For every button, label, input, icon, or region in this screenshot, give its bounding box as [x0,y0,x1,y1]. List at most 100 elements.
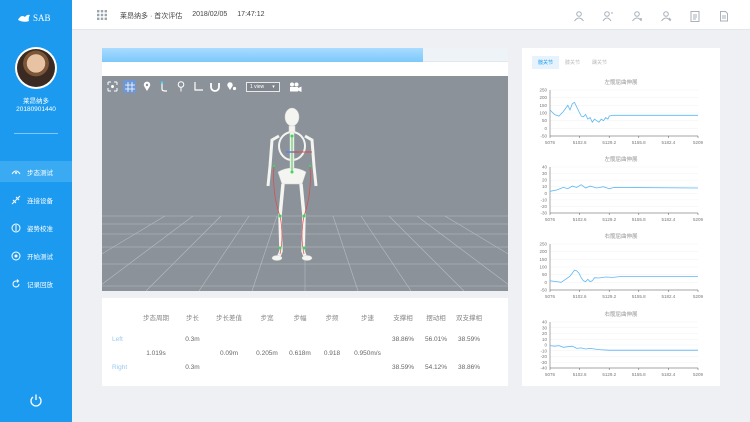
series-line [549,269,698,283]
x-tick-label: 5182.4 [662,294,676,299]
table-row-left: Left 1.019s 0.3m 0.09m 0.205m 0.618m 0.9… [112,332,486,357]
calibrate-icon [11,223,21,233]
double-support-right: 38.86% [457,363,481,371]
x-tick-label: 5155.8 [632,372,646,377]
column-header: 步长 [186,315,199,322]
locate-icon[interactable] [106,80,119,93]
y-tick-label: -30 [540,211,547,216]
chart-1: 左髋屈曲伸展 40 30 20 10 0 -10 -20 -30 5076 5102.6 5129.… [522,155,720,227]
sidebar-item-connect-device[interactable]: 连接设备 [0,189,72,210]
x-tick-label: 5182.4 [662,140,676,145]
header-icons [573,9,730,22]
sidebar-item-label: 开始测试 [27,253,53,261]
cadence-value: 0.918 [323,349,341,357]
y-tick-label: 0 [544,126,547,131]
multi-pin-icon[interactable] [225,80,238,93]
y-tick-label: 100 [539,265,547,270]
x-tick-label: 5209 [693,372,704,377]
gait-icon [11,167,21,177]
view-select[interactable]: 1 view ▾ [246,81,280,92]
sidebar-menu: 步态测试 连接设备 姿势校准 开始测试 记录回放 [0,161,72,301]
apps-grid-icon[interactable] [97,10,107,20]
column-header: 步长差值 [216,315,242,322]
sidebar-item-label: 记录回放 [27,281,53,289]
sidebar-item-gait-test[interactable]: 步态测试 [0,161,72,182]
chart-0: 左髋屈曲伸展 250 200 150 100 50 0 -50 5076 5102.6 5129.… [522,78,720,150]
x-tick-label: 5076 [545,372,556,377]
team-icon[interactable] [660,9,672,22]
step-diff-value: 0.09m [219,349,239,357]
chart-svg: 4030 2010 0-10 -20 -305076 5102.6 5129.2 5155.8… [540,165,703,223]
viewer-toolbar: 1 view ▾ [106,80,302,93]
x-tick-label: 5102.6 [573,140,587,145]
tab-knee[interactable]: 膝关节 [559,56,586,69]
y-tick-label: -10 [540,197,547,202]
y-tick-label: -10 [540,348,547,353]
chart-title: 右髋屈曲伸展 [604,312,638,318]
magnet-icon[interactable] [208,80,221,93]
joint-markers [272,134,312,255]
y-tick-label: 20 [542,331,548,336]
users-icon[interactable] [602,9,614,22]
sidebar-item-record-replay[interactable]: 记录回放 [0,273,72,294]
tab-hip[interactable]: 髋关节 [532,56,560,69]
chart-2: 右髋屈曲伸展 250 200 150 100 50 0 -50 5076 5102.6 5129.… [522,232,720,304]
series-line [549,184,699,192]
y-tick-label: -50 [540,134,547,139]
rotate-icon[interactable] [157,80,170,93]
swing-left: 56.01% [424,335,448,343]
axes-icon[interactable] [191,80,204,93]
marker-icon[interactable] [174,80,187,93]
x-tick-label: 5155.8 [632,217,646,222]
tab-ankle[interactable]: 踝关节 [586,56,613,69]
sidebar-item-posture-calibration[interactable]: 姿势校准 [0,217,72,238]
camera-icon[interactable] [289,82,302,92]
replay-icon [11,278,21,289]
logo-text: SAB [33,13,51,23]
y-tick-label: -50 [540,288,547,293]
skeleton-scene [102,107,508,291]
y-tick-label: 0 [544,191,547,196]
power-icon[interactable] [29,393,43,407]
grid-icon[interactable] [123,80,136,93]
x-tick-label: 5209 [693,140,704,145]
column-header: 步幅 [293,315,307,322]
step-length-right: 0.3m [185,363,200,371]
breadcrumb-session: 莱昂纳多 · 首次评估 [120,13,183,20]
step-width-value: 0.205m [256,349,278,357]
step-length-left: 0.3m [185,335,200,343]
chart-title: 右髋屈曲伸展 [604,234,638,240]
breadcrumb: 莱昂纳多 · 首次评估 2018/02/05 17:47:12 [120,11,265,21]
y-tick-label: 250 [539,88,547,93]
avatar[interactable] [15,47,57,89]
group-icon[interactable] [631,9,643,22]
progress-fill [102,48,423,62]
x-tick-label: 5129.2 [602,294,616,299]
y-tick-label: 150 [539,103,547,108]
progress-bar[interactable] [102,48,508,62]
3d-viewport[interactable]: 1 view ▾ [102,76,508,291]
y-tick-label: 10 [542,337,548,342]
y-tick-label: -20 [540,204,547,209]
series-line [549,345,698,351]
speed-value: 0.950m/s [354,349,381,357]
user-id: 20180901440 [16,106,56,113]
report-icon[interactable] [689,9,701,22]
x-tick-label: 5129.2 [602,372,616,377]
y-tick-label: 10 [542,184,548,189]
sidebar: SAB 莱昂纳多 20180901440 步态测试 连接设备 姿势校准 开始测试… [0,0,72,422]
document-icon[interactable] [718,9,730,22]
column-header: 步态周期 [143,315,169,322]
y-tick-label: 150 [539,257,547,262]
y-tick-label: 20 [542,178,548,183]
x-tick-label: 5182.4 [662,372,676,377]
sidebar-item-start-test[interactable]: 开始测试 [0,245,72,266]
chart-svg: 403020100-10-20-30-405076 5102.6 5129.2 515… [540,320,704,378]
pin-icon[interactable] [140,80,153,93]
joint-tabs: 髋关节 膝关节 踝关节 [532,56,613,69]
row-label-right: Right [112,363,128,371]
header-date: 2018/02/05 [192,11,228,18]
gait-cycle-value: 1.019s [146,349,166,357]
chart-3: 右髋屈曲伸展 40 30 20 10 0 -10 -20 -30 -40 5076 5102.6 51… [522,310,720,382]
user-icon[interactable] [573,9,585,22]
